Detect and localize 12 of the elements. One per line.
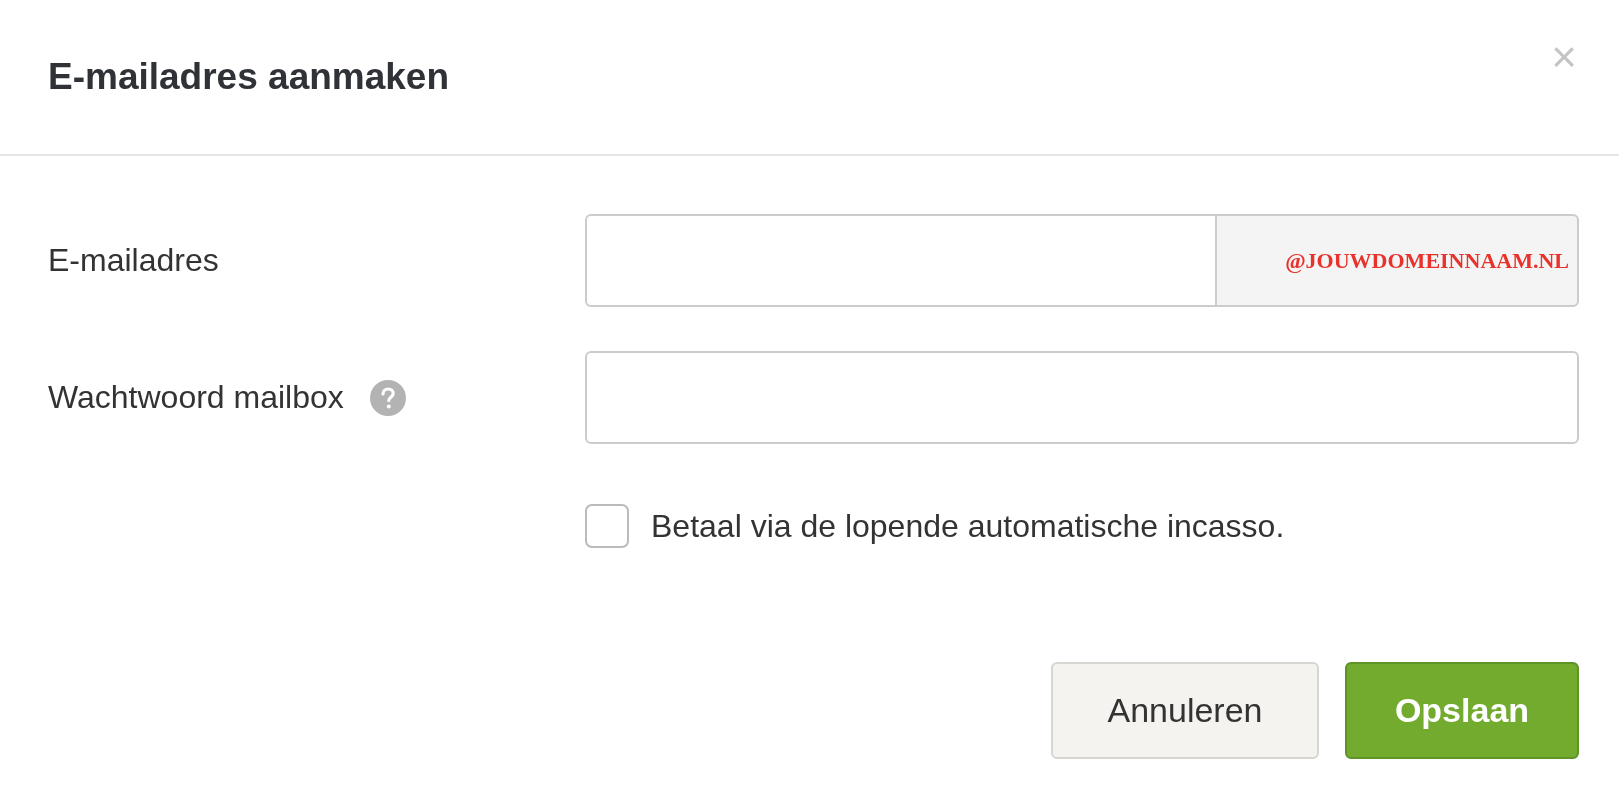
close-button[interactable]: ×	[1551, 32, 1577, 82]
checkbox[interactable]	[585, 504, 629, 548]
email-field[interactable]	[585, 214, 1215, 307]
cancel-button[interactable]: Annuleren	[1051, 662, 1319, 759]
help-icon[interactable]	[369, 379, 406, 416]
field-label: E-mailadres	[48, 242, 219, 279]
domain-suffix: @JOUWDOMEINNAAM.NL	[1285, 247, 1569, 274]
save-button[interactable]: Opslaan	[1345, 662, 1579, 759]
checkbox-label: Betaal via de lopende automatische incasso.	[651, 507, 1285, 545]
password-field[interactable]	[585, 351, 1579, 444]
dialog-title: E-mailadres aanmaken	[48, 56, 450, 98]
field-label: Wachtwoord mailbox	[48, 379, 344, 416]
